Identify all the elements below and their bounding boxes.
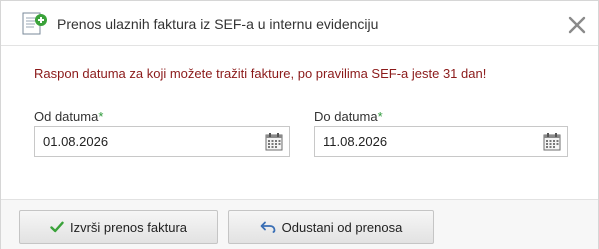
date-to-field[interactable]	[314, 126, 568, 157]
transfer-dialog: Prenos ulaznih faktura iz SEF-a u intern…	[0, 0, 599, 249]
close-icon[interactable]	[566, 14, 588, 36]
add-document-icon	[22, 12, 48, 36]
date-from-field[interactable]	[34, 126, 290, 157]
calendar-icon[interactable]	[542, 132, 562, 152]
undo-arrow-icon	[260, 221, 276, 233]
required-mark: *	[377, 109, 383, 124]
dialog-footer: Izvrši prenos faktura Odustani od prenos…	[1, 199, 598, 249]
date-from-label-text: Od datuma	[34, 109, 99, 124]
dialog-titlebar: Prenos ulaznih faktura iz SEF-a u intern…	[1, 1, 598, 46]
date-range-warning: Raspon datuma za koji možete tražiti fak…	[34, 66, 487, 81]
cancel-transfer-label: Odustani od prenosa	[281, 219, 403, 235]
dialog-title: Prenos ulaznih faktura iz SEF-a u intern…	[57, 16, 379, 32]
date-to-label: Do datuma*	[314, 109, 383, 124]
calendar-icon[interactable]	[264, 132, 284, 152]
execute-transfer-button[interactable]: Izvrši prenos faktura	[19, 210, 218, 244]
date-from-input[interactable]	[35, 127, 255, 156]
date-to-input[interactable]	[315, 127, 535, 156]
required-mark: *	[98, 109, 104, 124]
cancel-transfer-button[interactable]: Odustani od prenosa	[228, 210, 434, 244]
checkmark-icon	[50, 221, 64, 233]
date-from-label: Od datuma*	[34, 109, 103, 124]
execute-transfer-label: Izvrši prenos faktura	[69, 219, 188, 235]
date-to-label-text: Do datuma	[314, 109, 378, 124]
